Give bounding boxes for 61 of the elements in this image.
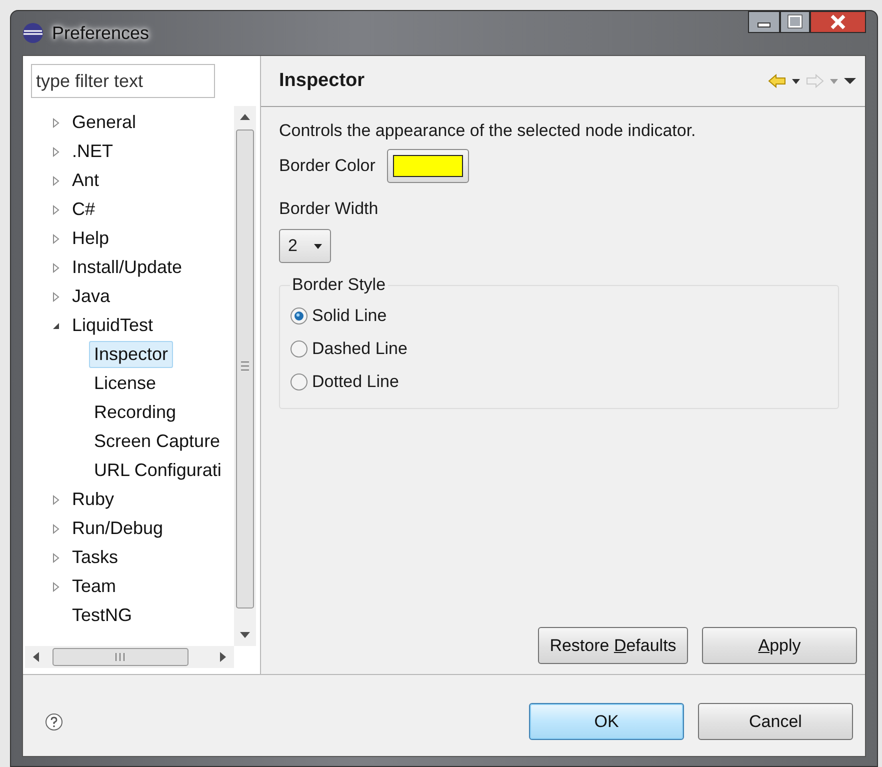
cancel-button[interactable]: Cancel	[698, 703, 853, 740]
radio-label: Dotted Line	[312, 372, 399, 392]
maximize-icon[interactable]	[780, 11, 810, 33]
apply-button[interactable]: Apply	[702, 627, 857, 664]
description-text: Controls the appearance of the selected node indicator.	[279, 121, 697, 141]
scroll-left-arrow-icon	[33, 652, 39, 662]
field-label: Border Width	[279, 199, 380, 219]
dropdown-caret-icon[interactable]	[791, 77, 801, 85]
tree-item[interactable]: Run/Debug	[67, 515, 168, 542]
collapsed-arrow-icon[interactable]	[51, 552, 61, 562]
tree-item[interactable]: Team	[67, 573, 122, 600]
tree-item[interactable]: Java	[67, 283, 116, 310]
collapsed-arrow-icon[interactable]	[51, 146, 61, 156]
dropdown-caret-icon[interactable]	[314, 244, 322, 248]
window-title: Preferences	[52, 22, 150, 44]
collapsed-arrow-icon[interactable]	[51, 262, 61, 272]
radio-button[interactable]	[290, 372, 308, 390]
app-globe-icon	[22, 22, 44, 44]
radio-label: Solid Line	[312, 306, 387, 326]
close-icon[interactable]	[810, 11, 866, 33]
collapsed-arrow-icon[interactable]	[51, 582, 61, 592]
tree-item[interactable]: Install/Update	[67, 254, 188, 281]
tree-item[interactable]: TestNG	[67, 602, 138, 629]
collapsed-arrow-icon[interactable]	[51, 118, 61, 128]
radio-label: Dashed Line	[312, 338, 408, 358]
collapsed-arrow-icon[interactable]	[51, 204, 61, 214]
view-menu-icon[interactable]	[843, 77, 857, 85]
tree-item[interactable]: License	[89, 370, 162, 397]
filter-field[interactable]: type filter text	[31, 64, 215, 98]
tree-item[interactable]: Screen Capture	[89, 428, 226, 455]
expanded-arrow-icon[interactable]	[51, 320, 61, 330]
tree-item[interactable]: URL Configurati	[89, 457, 226, 484]
tree-item[interactable]: .NET	[67, 138, 118, 165]
radio-button[interactable]	[290, 306, 308, 324]
tree-item[interactable]: Tasks	[67, 544, 124, 571]
minimize-icon[interactable]	[748, 11, 780, 33]
color-picker-button[interactable]	[387, 149, 470, 183]
restore-defaults-button[interactable]: Restore Defaults	[538, 627, 688, 664]
tree-item[interactable]: Ruby	[67, 486, 120, 513]
group-box: Border Style Solid Line Dashed Line Dotted Line	[279, 275, 839, 409]
scroll-down-arrow-icon	[240, 632, 250, 638]
tree-item[interactable]: Help	[67, 225, 114, 252]
field-label: Border Color	[279, 156, 376, 176]
collapsed-arrow-icon[interactable]	[51, 292, 61, 302]
page-title: Inspector	[279, 70, 366, 92]
collapsed-arrow-icon[interactable]	[51, 176, 61, 186]
scroll-up-arrow-icon	[240, 114, 250, 120]
collapsed-arrow-icon[interactable]	[51, 494, 61, 504]
tree-item[interactable]: Inspector	[89, 341, 174, 368]
width-dropdown[interactable]: 2	[279, 229, 331, 263]
collapsed-arrow-icon[interactable]	[51, 234, 61, 244]
tree-item[interactable]: Recording	[89, 399, 182, 426]
tree-item[interactable]: C#	[67, 196, 100, 223]
tree-item[interactable]: Ant	[67, 167, 104, 194]
radio-button[interactable]	[290, 340, 308, 358]
collapsed-arrow-icon[interactable]	[51, 524, 61, 534]
scroll-right-arrow-icon	[220, 652, 226, 662]
ok-button[interactable]: OK	[529, 703, 684, 740]
tree-item[interactable]: General	[67, 109, 142, 136]
tree-item[interactable]: LiquidTest	[67, 312, 158, 339]
help-icon[interactable]	[45, 712, 63, 730]
